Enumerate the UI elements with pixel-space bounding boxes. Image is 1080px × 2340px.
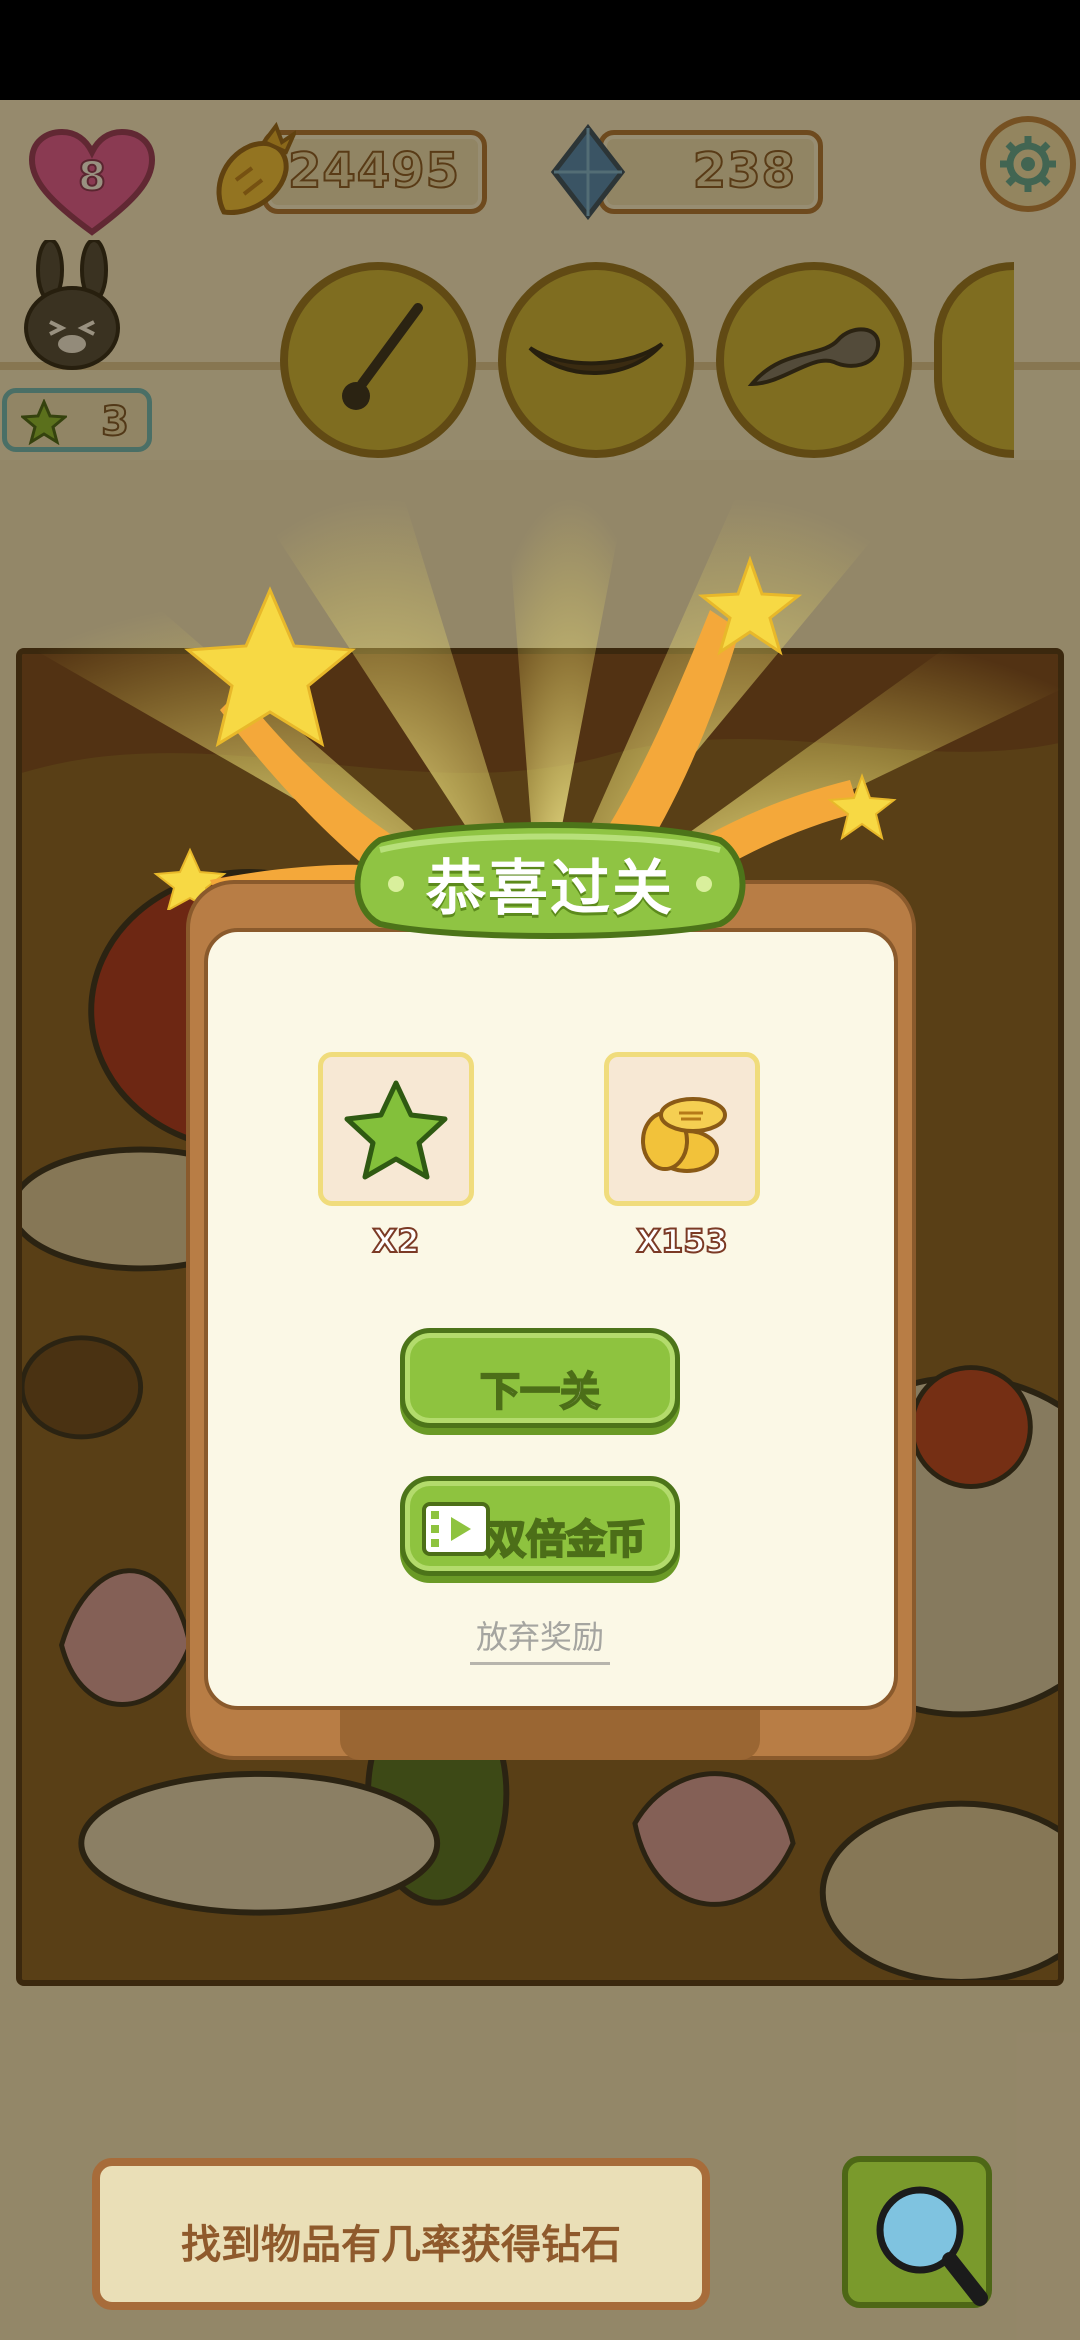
dialog-panel bbox=[204, 928, 898, 1710]
double-coins-button[interactable]: 双倍金币 bbox=[400, 1476, 680, 1576]
double-coins-label: 双倍金币 bbox=[485, 1516, 647, 1564]
gold-coins-icon bbox=[641, 1097, 727, 1173]
next-level-label: 下一关 bbox=[479, 1368, 601, 1416]
reward-star-amount: X2 bbox=[372, 1221, 421, 1261]
dialog-bottom-tab bbox=[340, 1706, 760, 1760]
magnifier-hint-button[interactable] bbox=[842, 2156, 992, 2308]
reward-star-card bbox=[318, 1052, 474, 1206]
next-level-button[interactable]: 下一关 bbox=[400, 1328, 680, 1428]
dialog-title: 恭喜过关 bbox=[426, 854, 674, 924]
reward-coin-card bbox=[604, 1052, 760, 1206]
reward-coin-amount: X153 bbox=[635, 1221, 728, 1261]
dialog-title-banner: 恭喜过关 bbox=[350, 800, 750, 946]
magnifier-icon bbox=[876, 2186, 988, 2306]
abandon-reward-link[interactable]: 放弃奖励 bbox=[470, 1612, 610, 1665]
hint-banner: 找到物品有几率获得钻石 bbox=[92, 2158, 710, 2310]
hint-text: 找到物品有几率获得钻石 bbox=[181, 2222, 621, 2268]
green-star-icon bbox=[344, 1080, 448, 1180]
status-bar bbox=[0, 0, 1080, 100]
